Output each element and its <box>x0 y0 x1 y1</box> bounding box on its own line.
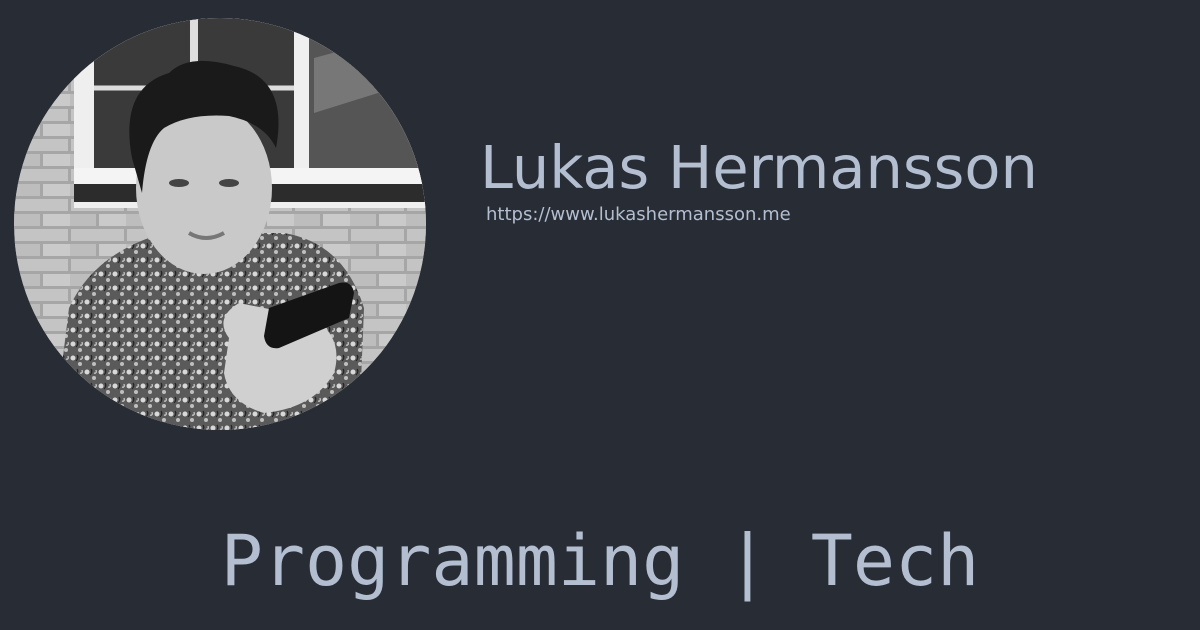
profile-photo-illustration <box>14 18 426 430</box>
website-url[interactable]: https://www.lukashermansson.me <box>486 204 791 226</box>
tagline: Programming | Tech <box>220 520 980 602</box>
profile-name: Lukas Hermansson <box>480 133 1038 202</box>
profile-photo <box>14 18 426 430</box>
